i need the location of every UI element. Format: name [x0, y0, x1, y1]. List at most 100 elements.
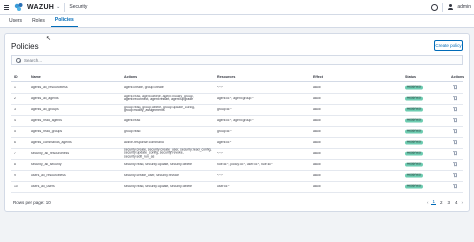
row-actions-cell	[453, 184, 461, 190]
cell-effect: allow	[313, 129, 321, 133]
cell-name: agents_read_agents	[31, 118, 62, 122]
menu-icon[interactable]	[2, 3, 11, 12]
user-icon[interactable]	[447, 4, 453, 10]
cell-resources: user:id:*	[217, 184, 230, 188]
trash-icon[interactable]	[453, 107, 457, 111]
status-badge: Reserved	[405, 184, 423, 189]
search-input[interactable]: Search...	[11, 55, 463, 65]
tab-bar: Users Roles Policies	[0, 15, 474, 28]
cell-id: 5	[14, 129, 16, 133]
username[interactable]: admin	[457, 4, 471, 10]
brand-name[interactable]: WAZUH	[27, 4, 54, 11]
tab-policies[interactable]: Policies	[50, 17, 78, 27]
cell-resources: role:id:*, policy:id:*, user:id:*, rule:…	[217, 162, 273, 166]
cell-id: 9	[14, 173, 16, 177]
settings-icon[interactable]	[431, 3, 439, 11]
row-actions-cell	[453, 96, 461, 102]
page-link[interactable]: 2	[439, 200, 444, 205]
chevron-right-icon[interactable]: ›	[462, 200, 464, 205]
status-cell: Reserved	[405, 173, 425, 178]
row-actions-cell	[453, 173, 461, 179]
wazuh-logo-icon[interactable]	[14, 2, 24, 12]
tab-roles[interactable]: Roles	[28, 18, 49, 27]
table-row[interactable]: 10 users_all_users security:read, security…	[11, 181, 463, 193]
trash-icon[interactable]	[453, 140, 457, 144]
table-header: ID Name Actions Resources Effect Status …	[11, 74, 464, 82]
search-icon	[16, 57, 21, 63]
column-header-effect[interactable]: Effect	[313, 75, 353, 79]
page-link[interactable]: 1	[431, 199, 436, 205]
row-actions-cell	[453, 151, 461, 157]
column-header-status[interactable]: Status	[405, 75, 425, 79]
cell-effect: allow	[313, 85, 321, 89]
trash-icon[interactable]	[453, 184, 457, 188]
cell-id: 2	[14, 96, 16, 100]
cell-id: 3	[14, 107, 16, 111]
cell-effect: allow	[313, 151, 321, 155]
status-badge: Reserved	[405, 140, 423, 145]
cell-actions: active-response:command	[124, 140, 164, 144]
row-actions-cell	[453, 118, 461, 124]
cell-name: agents_all_agents	[31, 96, 59, 100]
cell-resources: agent:id:*, agent:group:*	[217, 118, 254, 122]
cell-effect: allow	[313, 140, 321, 144]
status-badge: Reserved	[405, 129, 423, 134]
cell-actions: agent:create, group:create	[124, 85, 164, 89]
status-badge: Reserved	[405, 162, 423, 167]
cell-effect: allow	[313, 184, 321, 188]
row-actions-cell	[453, 162, 461, 168]
chevron-left-icon[interactable]: ‹	[427, 200, 429, 205]
cell-name: agents_all_groups	[31, 107, 59, 111]
cell-resources: group:id:*	[217, 129, 232, 133]
cell-name: agents_read_groups	[31, 129, 63, 133]
trash-icon[interactable]	[453, 129, 457, 133]
trash-icon[interactable]	[453, 96, 457, 100]
cell-resources: *:*:*	[217, 173, 223, 177]
status-cell: Reserved	[405, 85, 425, 90]
trash-icon[interactable]	[453, 162, 457, 166]
status-badge: Reserved	[405, 118, 423, 123]
status-badge: Reserved	[405, 173, 423, 178]
status-cell: Reserved	[405, 107, 425, 112]
mouse-cursor-icon: ↖	[46, 36, 52, 42]
row-actions-cell	[453, 85, 461, 91]
policies-panel: Policies Create policy Search... ID Name…	[4, 33, 470, 212]
status-cell: Reserved	[405, 118, 425, 123]
cell-name: agents_commands_agents	[31, 140, 72, 144]
page-title: Policies	[11, 42, 39, 51]
row-actions-cell	[453, 140, 461, 146]
cell-resources: agent:id:*	[217, 140, 232, 144]
column-header-resources[interactable]: Resources	[217, 75, 307, 79]
cell-name: users_all_users	[31, 184, 55, 188]
rows-per-page-select[interactable]: Rows per page: 10	[13, 200, 51, 205]
cell-actions: security:create, security:create_user, s…	[124, 147, 212, 159]
divider	[442, 2, 444, 12]
pagination: ‹ 1 2 3 4 ›	[427, 199, 463, 205]
column-header-actions[interactable]: Actions	[124, 75, 214, 79]
cell-actions: security:read, security:update, security…	[124, 162, 193, 166]
cell-name: agents_all_resourceless	[31, 85, 68, 89]
cell-effect: allow	[313, 96, 321, 100]
cell-actions: security:read, security:update, security…	[124, 184, 193, 188]
status-cell: Reserved	[405, 96, 425, 101]
status-badge: Reserved	[405, 151, 423, 156]
cell-resources: *:*:*	[217, 151, 223, 155]
cell-effect: allow	[313, 173, 321, 177]
tab-users[interactable]: Users	[5, 18, 26, 27]
divider	[64, 2, 66, 12]
page-link[interactable]: 4	[454, 200, 459, 205]
column-header-id[interactable]: ID	[14, 75, 28, 79]
trash-icon[interactable]	[453, 173, 457, 177]
trash-icon[interactable]	[453, 118, 457, 122]
cell-actions: agent:read	[124, 118, 141, 122]
cell-name: security_all_resourceless	[31, 151, 70, 155]
status-cell: Reserved	[405, 162, 425, 167]
breadcrumb[interactable]: Security	[69, 4, 87, 10]
cell-actions: security:create_user, security:revoke	[124, 173, 180, 177]
create-policy-button[interactable]: Create policy	[434, 40, 463, 51]
column-header-name[interactable]: Name	[31, 75, 121, 79]
chevron-down-icon[interactable]: ⌄	[56, 4, 60, 10]
trash-icon[interactable]	[453, 151, 457, 155]
page-link[interactable]: 3	[446, 200, 451, 205]
trash-icon[interactable]	[453, 85, 457, 89]
